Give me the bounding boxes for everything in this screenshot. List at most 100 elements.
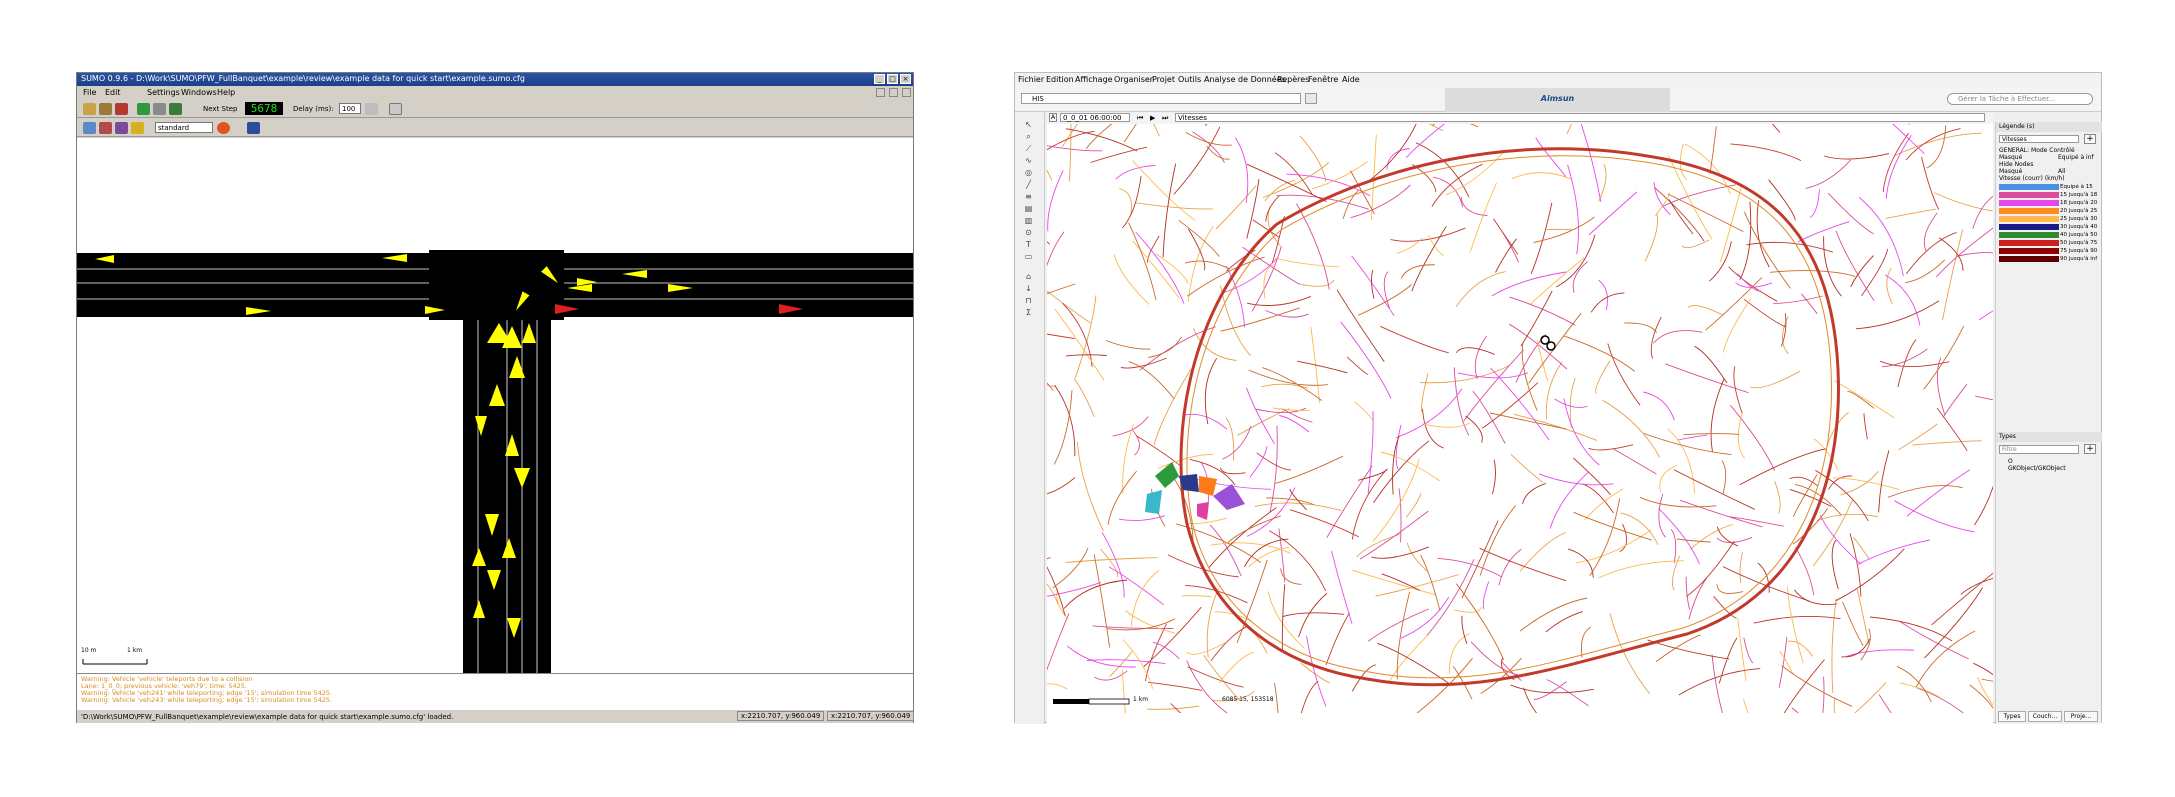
time-bar: A 0_0_01 06:00:00 ⏮ ▶ ⏭ Vitesses (1047, 113, 1993, 124)
mdi-close-button[interactable] (902, 88, 911, 97)
palette-icon[interactable] (217, 122, 230, 134)
road-network (1047, 124, 1993, 713)
add-icon[interactable]: + (2084, 134, 2096, 144)
legend-class-label: 20 jusqu'à 25 (2060, 207, 2098, 214)
menu-fichier[interactable]: Fichier (1018, 75, 1044, 84)
polyline-icon[interactable]: ⟋ (1023, 144, 1034, 153)
meter-icon[interactable]: ▥ (1023, 216, 1034, 225)
transit-icon[interactable]: ⊓ (1023, 296, 1034, 305)
status-text: 'D:\Work\SUMO\PFW_FullBanquet\example\re… (81, 713, 454, 721)
lanes-icon[interactable]: ≡ (1023, 192, 1034, 201)
locate-icon[interactable] (99, 122, 112, 134)
step-icon[interactable] (169, 103, 182, 115)
legend-swatch (1999, 192, 2059, 198)
mdi-restore-button[interactable] (889, 88, 898, 97)
menu-reperes[interactable]: Repères (1277, 75, 1309, 84)
road-network-lines (1047, 124, 1993, 713)
map-statusbar (1047, 713, 1993, 724)
legend-swatch (1999, 248, 2059, 254)
menu-analyse[interactable]: Analyse de Données (1204, 75, 1286, 84)
legend-class-label: 50 jusqu'à 75 (2060, 239, 2098, 246)
zoom-icon[interactable]: ⌕ (1023, 132, 1034, 141)
screenshot-icon[interactable] (247, 122, 260, 134)
menu-projet[interactable]: Projet (1152, 75, 1175, 84)
node-icon[interactable]: ◎ (1023, 168, 1034, 177)
rect-icon[interactable]: ▭ (1023, 252, 1034, 261)
menu-aide[interactable]: Aide (1342, 75, 1360, 84)
open-icon[interactable] (83, 103, 96, 115)
settings-icon[interactable] (131, 122, 144, 134)
skip-back-icon[interactable]: ⏮ (1137, 113, 1143, 123)
view-mode-select[interactable]: Vitesses (1175, 113, 1985, 122)
legend-title: Légende (s) (1996, 122, 2102, 132)
section-icon[interactable]: ╱ (1023, 180, 1034, 189)
menu-windows[interactable]: Windows (181, 88, 217, 97)
menu-file[interactable]: File (83, 88, 96, 97)
scale-label-start: 10 m (81, 647, 97, 654)
delay-spinner-icon[interactable] (365, 103, 378, 115)
tab-types[interactable]: Types (1998, 711, 2026, 722)
legend-class-label: 15 jusqu'à 18 (2060, 191, 2098, 198)
sum-icon[interactable]: Σ (1023, 308, 1034, 317)
search-input[interactable]: Gérer la Tâche à Effectuer... (1947, 93, 2093, 105)
close-sim-icon[interactable] (115, 103, 128, 115)
menu-edit[interactable]: Edit (105, 88, 121, 97)
delay-label: Delay (ms): (293, 105, 334, 113)
tab-projet[interactable]: Proje... (2064, 711, 2098, 722)
delay-input[interactable]: 100 (339, 103, 361, 114)
time-input[interactable]: 0_0_01 06:00:00 (1060, 113, 1130, 122)
types-filter[interactable]: Filtre (1999, 445, 2079, 454)
menu-edition[interactable]: Edition (1046, 75, 1074, 84)
aimsun-menubar: Fichier Edition Affichage Organiser Proj… (1015, 73, 2101, 86)
menu-settings[interactable]: Settings (147, 88, 180, 97)
mdi-minimize-button[interactable] (876, 88, 885, 97)
edit-icon[interactable] (115, 122, 128, 134)
reload-icon[interactable] (99, 103, 112, 115)
curve-icon[interactable]: ∿ (1023, 156, 1034, 165)
message-window[interactable]: Warning: Vehicle 'vehicle' teleports due… (77, 673, 913, 710)
detector-icon[interactable]: ▤ (1023, 204, 1034, 213)
menu-help[interactable]: Help (217, 88, 235, 97)
street-segments (1047, 124, 1993, 696)
menu-outils[interactable]: Outils (1178, 75, 1201, 84)
stop-icon[interactable] (153, 103, 166, 115)
close-button[interactable]: × (900, 74, 911, 84)
legend-line: Vitesse (courr) (km/h) (1999, 175, 2065, 182)
simulation-canvas[interactable]: 10 m 1 km (77, 138, 913, 673)
types-add-icon[interactable]: + (2084, 444, 2096, 454)
street-segments (1047, 124, 1993, 713)
pin-icon[interactable]: ↓ (1023, 284, 1034, 293)
legend-class-label: 40 jusqu'à 50 (2060, 231, 2098, 238)
color-scheme-select[interactable]: standard (155, 122, 213, 133)
map-scale-bar (1053, 698, 1130, 705)
zone-polygons (1145, 462, 1245, 520)
scale-bar (82, 659, 148, 665)
tab-couches[interactable]: Couch... (2028, 711, 2062, 722)
street-segments (1047, 124, 1993, 707)
menu-affichage[interactable]: Affichage (1075, 75, 1113, 84)
home-icon[interactable]: ⌂ (1023, 272, 1034, 281)
play-button[interactable] (1305, 93, 1317, 104)
maximize-button[interactable]: □ (887, 74, 898, 84)
legend-swatch (1999, 184, 2059, 190)
map-view[interactable]: 1 km 6085 15, 153518 (1047, 124, 1993, 713)
next-step-label: Next Step (203, 105, 238, 113)
centroid-icon[interactable]: ⊙ (1023, 228, 1034, 237)
menu-fenetre[interactable]: Fenêtre (1308, 75, 1338, 84)
play-icon[interactable] (137, 103, 150, 115)
pointer-icon[interactable]: ↖ (1023, 120, 1034, 129)
legend-class-label: Equipé à 15 (2060, 183, 2093, 190)
sumo-statusbar: 'D:\Work\SUMO\PFW_FullBanquet\example\re… (77, 710, 915, 723)
legend-dropdown[interactable]: Vitesses (1999, 135, 2079, 143)
text-icon[interactable]: T (1023, 240, 1034, 249)
a-icon[interactable]: A (1049, 113, 1057, 122)
play-icon[interactable]: ▶ (1150, 113, 1155, 123)
project-combo[interactable]: HIS (1021, 93, 1301, 104)
skip-forward-icon[interactable]: ⏭ (1162, 113, 1168, 123)
sumo-window: SUMO 0.9.6 - D:\Work\SUMO\PFW_FullBanque… (76, 72, 915, 723)
types-item[interactable]: GKObject/GKObject (2008, 465, 2108, 473)
recenter-icon[interactable] (83, 122, 96, 134)
window-icon[interactable] (389, 103, 402, 115)
minimize-button[interactable]: _ (874, 74, 885, 84)
menu-organiser[interactable]: Organiser (1114, 75, 1153, 84)
